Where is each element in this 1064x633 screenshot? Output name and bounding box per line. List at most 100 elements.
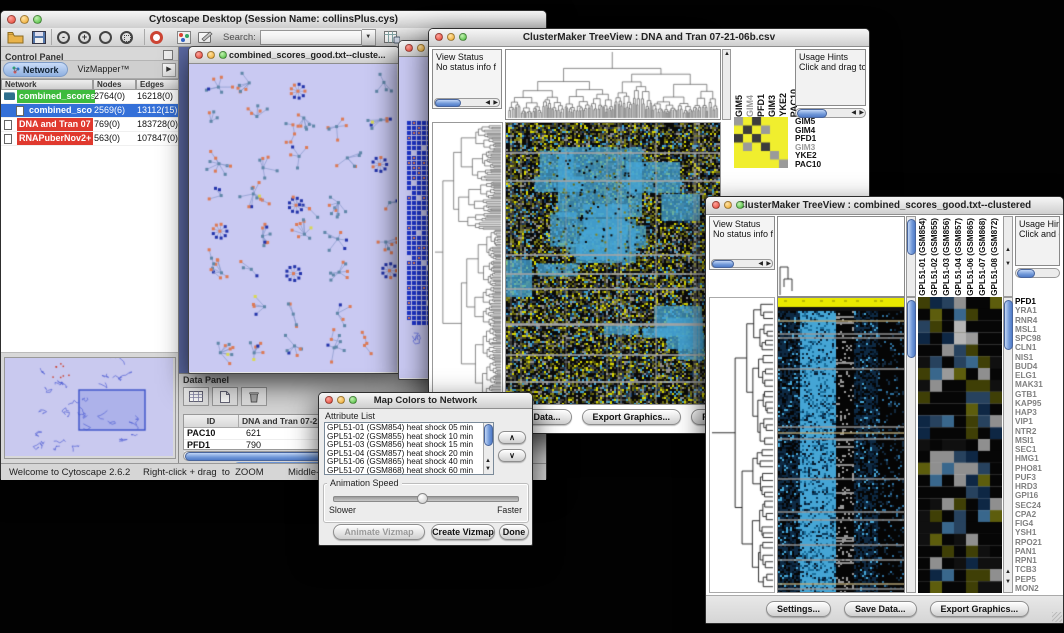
tv1-zoom-heatmap[interactable] — [734, 117, 788, 168]
tv1-column-label: GIM3 — [767, 95, 777, 117]
tv2-gene-labels: PFD1YRA1RNR4MSL1SPC98CLN1NIS1BUD4ELG1MAK… — [1015, 297, 1061, 593]
new-attribute-icon[interactable] — [212, 387, 238, 406]
attribute-item[interactable]: GPL51-07 (GSM868) heat shock 60 min — [325, 467, 493, 476]
tab-vizmapper[interactable]: VizMapper™ — [68, 63, 140, 76]
network-view-title-bar[interactable]: combined_scores_good.txt--cluste... — [189, 47, 399, 64]
animation-speed-slider[interactable] — [333, 496, 519, 502]
dp-col-id[interactable]: ID — [184, 415, 239, 427]
network-row[interactable]: DNA and Tran 07769(0)183728(0) — [1, 118, 178, 132]
annotation-icon[interactable] — [198, 31, 213, 44]
close-button[interactable] — [712, 201, 720, 209]
col-header-edges[interactable]: Edges — [136, 79, 179, 90]
col-header-nodes[interactable]: Nodes — [93, 79, 136, 90]
tv2-heatmap-vscrollbar[interactable] — [906, 297, 916, 593]
zoom-out-icon[interactable]: - — [57, 31, 70, 44]
tv2-genelist-vscrollbar[interactable]: ▲▼ — [1003, 297, 1013, 593]
tv2-column-label: GPL51-08 (GSM872) — [990, 218, 1002, 296]
move-down-button[interactable]: ∨ — [498, 449, 526, 462]
tv2-heatmap-vscrollbar-top[interactable] — [906, 216, 916, 297]
attribute-listbox[interactable]: GPL51-01 (GSM854) heat shock 05 minGPL51… — [324, 422, 494, 475]
tab-scroll-right-icon[interactable]: ▶ — [162, 63, 176, 77]
minimize-button[interactable] — [724, 201, 732, 209]
create-vizmap-button[interactable]: Create Vizmap — [431, 524, 495, 540]
network-overview[interactable] — [4, 357, 176, 459]
tv2-status-hscrollbar[interactable]: ◀▶ — [711, 259, 773, 268]
vizmapper-icon[interactable] — [177, 31, 191, 44]
zoom-in-icon[interactable]: + — [78, 31, 91, 44]
tv1-row-labels: GIM5GIM4PFD1GIM3YKE2PAC10 — [795, 117, 845, 169]
gene-label: YRA1 — [1015, 306, 1061, 315]
tv2-row-dendrogram[interactable] — [709, 297, 775, 593]
tab-network[interactable]: Network — [3, 62, 68, 77]
gene-label: SEC24 — [1015, 501, 1061, 510]
open-file-icon[interactable] — [7, 31, 24, 44]
tv1-row-dendrogram[interactable] — [432, 122, 503, 405]
treeview1-title-bar[interactable]: ClusterMaker TreeView : DNA and Tran 07-… — [429, 29, 869, 47]
close-button[interactable] — [7, 15, 16, 24]
close-button[interactable] — [195, 51, 203, 59]
close-button[interactable] — [405, 44, 413, 52]
treeview2-title: ClusterMaker TreeView : combined_scores_… — [706, 197, 1063, 214]
import-table-icon[interactable] — [384, 30, 400, 44]
zoom-button[interactable] — [219, 51, 227, 59]
zoom-selected-icon[interactable] — [120, 31, 133, 44]
minimize-button[interactable] — [207, 51, 215, 59]
gene-label: SEC1 — [1015, 445, 1061, 454]
main-title-bar[interactable]: Cytoscape Desktop (Session Name: collins… — [1, 11, 546, 29]
treeview2-title-bar[interactable]: ClusterMaker TreeView : combined_scores_… — [706, 197, 1063, 215]
tv2-zoom-heatmap[interactable] — [918, 297, 1002, 593]
delete-attribute-icon[interactable] — [241, 387, 267, 406]
tv2-collabel-arrows[interactable]: ▲▼ — [1003, 216, 1013, 297]
tv1-heatmap[interactable] — [505, 122, 721, 405]
tv1-column-label: GIM5 — [734, 95, 744, 117]
search-input[interactable] — [260, 30, 362, 45]
close-button[interactable] — [325, 396, 333, 404]
tv2-button-settings[interactable]: Settings... — [766, 601, 831, 617]
tv1-button-export-graphics[interactable]: Export Graphics... — [582, 409, 682, 425]
attribute-list-vscrollbar[interactable]: ▲▼ — [483, 423, 493, 474]
animation-speed-label: Animation Speed — [327, 478, 402, 488]
tv2-column-dendrogram[interactable] — [777, 216, 905, 297]
dialog-title-bar[interactable]: Map Colors to Network — [319, 393, 532, 409]
tv2-button-export-graphics[interactable]: Export Graphics... — [930, 601, 1030, 617]
slider-thumb[interactable] — [417, 493, 428, 504]
tv1-status-hscrollbar[interactable]: ◀▶ — [434, 98, 500, 107]
minimize-button[interactable] — [447, 33, 455, 41]
col-header-network[interactable]: Network — [1, 79, 93, 90]
minimize-button[interactable] — [337, 396, 345, 404]
save-icon[interactable] — [32, 31, 46, 44]
zoom-button[interactable] — [33, 15, 42, 24]
network-row[interactable]: combined_scores2764(0)16218(0) — [1, 90, 178, 104]
network-edges: 107847(0) — [137, 132, 178, 145]
zoom-fit-icon[interactable] — [99, 31, 112, 44]
help-icon[interactable] — [150, 31, 163, 44]
resize-grip[interactable] — [1052, 612, 1062, 622]
faster-label: Faster — [497, 505, 522, 515]
network-row[interactable]: combined_sco2569(6)13112(15) — [1, 104, 178, 118]
control-panel-tabs: Network VizMapper™ ▶ — [1, 61, 178, 79]
search-dropdown-button[interactable]: ▼ — [362, 29, 376, 46]
animate-vizmap-button[interactable]: Animate Vizmap — [333, 524, 425, 540]
zoom-button[interactable] — [459, 33, 467, 41]
minimize-button[interactable] — [20, 15, 29, 24]
network-nodes: 769(0) — [94, 118, 120, 131]
network-row[interactable]: RNAPuberNov2+563(0)107847(0) — [1, 132, 178, 146]
tv2-heatmap[interactable] — [777, 297, 905, 593]
done-button[interactable]: Done — [499, 524, 529, 540]
gene-label: PFD1 — [1015, 297, 1061, 306]
tv1-column-dendrogram[interactable] — [505, 49, 721, 120]
node-table-icon[interactable] — [183, 387, 209, 406]
move-up-button[interactable]: ∧ — [498, 431, 526, 444]
tv2-hints-hscrollbar[interactable] — [1015, 268, 1060, 278]
doc-icon — [4, 134, 12, 144]
network-graph-view[interactable] — [189, 64, 397, 372]
network-edges: 183728(0) — [137, 118, 178, 131]
float-panel-icon[interactable] — [163, 50, 173, 60]
tv2-column-label: GPL51-04 (GSM857) — [954, 218, 966, 296]
tv1-mini-vscrollbar[interactable]: ▲ — [722, 49, 731, 120]
close-button[interactable] — [435, 33, 443, 41]
zoom-button[interactable] — [736, 201, 744, 209]
zoom-button[interactable] — [349, 396, 357, 404]
tv2-button-save-data[interactable]: Save Data... — [844, 601, 917, 617]
minimize-button[interactable] — [417, 44, 425, 52]
